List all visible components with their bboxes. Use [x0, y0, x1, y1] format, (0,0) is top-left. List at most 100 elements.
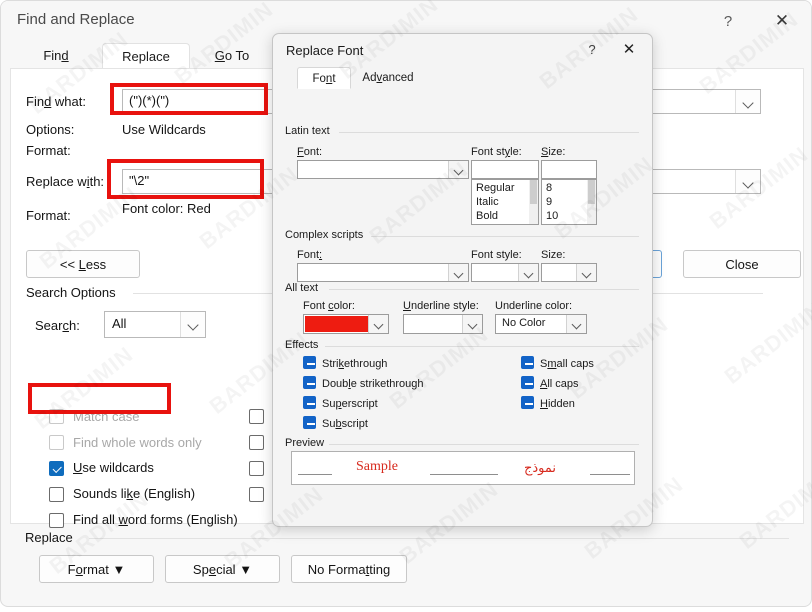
- list-item[interactable]: Bold: [476, 210, 498, 222]
- checkbox-strikethrough[interactable]: [303, 356, 316, 369]
- complex-scripts-rule: [371, 236, 639, 237]
- checkbox-double-strikethrough-label: Double strikethrough: [322, 378, 424, 390]
- search-scope-select[interactable]: All: [104, 311, 206, 338]
- scrollbar[interactable]: [529, 180, 538, 224]
- preview-complex-sample: نموذج: [524, 460, 557, 475]
- tab-font-label: Font: [312, 73, 336, 85]
- scrollbar[interactable]: [587, 180, 596, 224]
- underline-style-label: Underline style:: [403, 300, 479, 312]
- chevron-down-icon: [518, 264, 538, 281]
- underline-color-label: Underline color:: [495, 300, 573, 312]
- less-button[interactable]: << Less: [26, 250, 140, 278]
- latin-font-style-list[interactable]: Regular Italic Bold: [471, 179, 539, 225]
- cs-font-style-select[interactable]: [471, 263, 539, 282]
- tab-advanced[interactable]: Advanced: [353, 67, 423, 89]
- checkbox-find-all-word-forms-label: Find all word forms (English): [73, 512, 238, 527]
- checkbox-match-case[interactable]: [49, 409, 64, 424]
- tab-goto-label: Go To: [214, 48, 250, 63]
- list-item[interactable]: 9: [546, 196, 552, 208]
- checkbox-use-wildcards[interactable]: [49, 461, 64, 476]
- close-button[interactable]: Close: [683, 250, 801, 278]
- underline-color-value: No Color: [502, 317, 546, 329]
- font-color-select[interactable]: [303, 314, 389, 334]
- checkbox-small-caps[interactable]: [521, 356, 534, 369]
- preview-rule-mid: [430, 474, 498, 475]
- checkbox-double-strikethrough[interactable]: [303, 376, 316, 389]
- find-what-history-select[interactable]: [641, 89, 761, 114]
- chevron-down-icon: [735, 90, 760, 113]
- checkbox-hidden-label: Hidden: [540, 398, 575, 410]
- checkbox-match-suffix[interactable]: [249, 435, 264, 450]
- checkbox-find-whole-words-only[interactable]: [49, 435, 64, 450]
- replace-with-label: Replace with:: [26, 174, 105, 189]
- cs-size-label: Size:: [541, 249, 566, 261]
- preview-box: Sample نموذج: [291, 451, 635, 485]
- chevron-down-icon: [735, 170, 760, 193]
- find-what-label: Find what:: [26, 94, 86, 109]
- chevron-down-icon: [448, 264, 468, 281]
- checkbox-match-prefix[interactable]: [249, 409, 264, 424]
- checkbox-all-caps[interactable]: [521, 376, 534, 389]
- latin-font-style-label: Font style:: [471, 146, 522, 158]
- checkbox-superscript[interactable]: [303, 396, 316, 409]
- options-label: Options:: [26, 122, 75, 137]
- underline-style-select[interactable]: [403, 314, 483, 334]
- list-item[interactable]: Regular: [476, 182, 515, 194]
- latin-size-list[interactable]: 8 9 10: [541, 179, 597, 225]
- checkbox-find-whole-words-only-label: Find whole words only: [73, 435, 202, 450]
- all-text-group-label: All text: [285, 282, 319, 294]
- find-what-value: (")(*)("): [129, 93, 170, 108]
- checkbox-superscript-label: Superscript: [322, 398, 378, 410]
- replace-footer-rule: [89, 538, 789, 539]
- effects-rule: [325, 346, 639, 347]
- cs-font-select[interactable]: [297, 263, 469, 282]
- complex-scripts-group-label: Complex scripts: [285, 229, 364, 241]
- checkbox-find-all-word-forms[interactable]: [49, 513, 64, 528]
- latin-font-select[interactable]: [297, 160, 469, 179]
- replace-with-value: "\2": [129, 173, 150, 188]
- checkbox-match-case-label: Match case: [73, 409, 140, 424]
- preview-group-label: Preview: [285, 437, 325, 449]
- list-item[interactable]: 10: [546, 210, 558, 222]
- list-item[interactable]: 8: [546, 182, 552, 194]
- format-button[interactable]: Format ▼: [39, 555, 154, 583]
- tab-find[interactable]: Find: [10, 43, 102, 69]
- checkbox-ignore-whitespace[interactable]: [249, 487, 264, 502]
- font-color-swatch: [305, 316, 369, 332]
- tab-goto[interactable]: Go To: [190, 43, 274, 69]
- checkbox-hidden[interactable]: [521, 396, 534, 409]
- checkbox-small-caps-label: Small caps: [540, 358, 594, 370]
- format-label-2: Format:: [26, 208, 71, 223]
- help-icon[interactable]: ?: [713, 9, 743, 35]
- all-text-rule: [329, 289, 639, 290]
- close-icon[interactable]: ✕: [765, 9, 799, 35]
- list-item[interactable]: Italic: [476, 196, 499, 208]
- chevron-down-icon: [448, 161, 468, 178]
- latin-font-style-input[interactable]: [471, 160, 539, 179]
- search-label: Search:: [35, 318, 80, 333]
- caret-down-icon: ▼: [112, 562, 126, 577]
- replace-with-history-select[interactable]: [641, 169, 761, 194]
- latin-size-input[interactable]: [541, 160, 597, 179]
- help-icon[interactable]: ?: [581, 40, 603, 60]
- close-icon[interactable]: ✕: [617, 40, 641, 60]
- caret-down-icon: ▼: [239, 562, 253, 577]
- checkbox-strikethrough-label: Strikethrough: [322, 358, 388, 370]
- tab-advanced-label: Advanced: [362, 72, 414, 84]
- checkbox-ignore-punctuation[interactable]: [249, 461, 264, 476]
- checkbox-subscript[interactable]: [303, 416, 316, 429]
- options-value: Use Wildcards: [122, 122, 206, 137]
- font-dialog-tabs: Font Advanced: [287, 67, 640, 90]
- latin-text-group-label: Latin text: [285, 125, 330, 137]
- no-formatting-button[interactable]: No Formatting: [291, 555, 407, 583]
- checkbox-sounds-like[interactable]: [49, 487, 64, 502]
- cs-size-select[interactable]: [541, 263, 597, 282]
- tab-font[interactable]: Font: [297, 67, 351, 89]
- special-button[interactable]: Special ▼: [165, 555, 280, 583]
- tab-find-label: Find: [43, 48, 69, 63]
- checkbox-sounds-like-label: Sounds like (English): [73, 486, 196, 501]
- underline-color-select[interactable]: No Color: [495, 314, 587, 334]
- preview-rule: [329, 444, 639, 445]
- cs-font-label: Font:: [297, 249, 323, 261]
- tab-replace[interactable]: Replace: [102, 43, 190, 69]
